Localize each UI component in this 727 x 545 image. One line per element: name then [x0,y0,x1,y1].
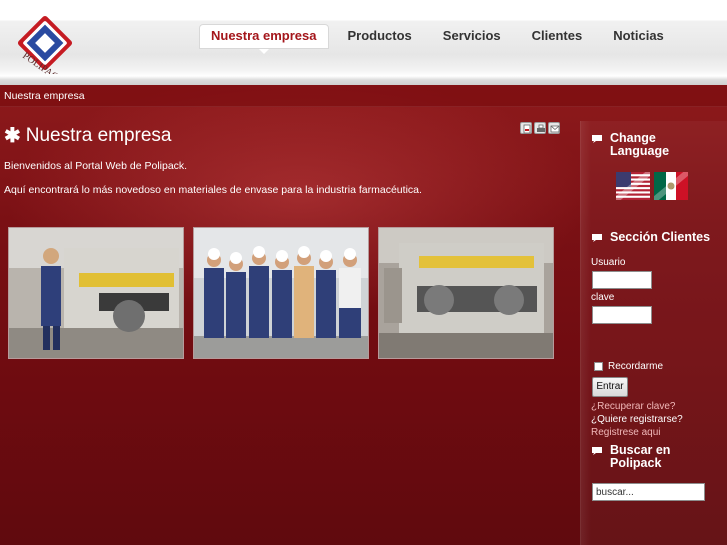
page-title-text: Nuestra empresa [25,124,172,146]
nav-servicios[interactable]: Servicios [431,24,513,49]
speech-bubble-icon [592,447,602,455]
remember-me-checkbox[interactable] [594,362,603,371]
clients-title: Sección Clientes [610,230,711,244]
intro-text: Aquí encontrará lo más novedoso en mater… [4,184,422,196]
welcome-text: Bienvenidos al Portal Web de Polipack. [4,160,188,172]
page-title: ✱ Nuestra empresa [4,123,172,148]
sidebar: Change Language Sección Clientes Usuario… [580,121,727,545]
login-button[interactable]: Entrar [592,377,628,397]
email-icon[interactable] [548,122,560,134]
print-icon[interactable] [534,122,546,134]
asterisk-icon: ✱ [4,125,21,147]
register-question: ¿Quiere registrarse? [591,414,683,425]
nav-productos[interactable]: Productos [336,24,424,49]
main-area: Nuestra empresa ✱ Nuestra empresa Bienve… [0,85,727,545]
breadcrumb[interactable]: Nuestra empresa [4,90,85,102]
username-label: Usuario [591,257,626,268]
breadcrumb-bar: Nuestra empresa [0,85,727,107]
site-header: POLIPACK Nuestra empresa Productos Servi… [0,0,727,87]
team-group-photo [193,227,369,359]
pdf-icon[interactable] [520,122,532,134]
language-title-line2: Language [610,144,670,158]
speech-bubble-icon [592,135,602,143]
machine-with-operator-photo [8,227,184,359]
nav-nuestra-empresa[interactable]: Nuestra empresa [199,24,329,54]
main-nav: Nuestra empresa Productos Servicios Clie… [199,24,683,54]
search-title-line2: Polipack [610,456,662,470]
password-field[interactable] [592,306,652,324]
article-tools [520,122,562,134]
polipack-logo[interactable]: POLIPACK [8,12,82,87]
username-field[interactable] [592,271,652,289]
register-link[interactable]: Registrese aqui [591,427,660,438]
remember-me-label: Recordarme [608,361,664,372]
usa-flag-icon[interactable] [616,172,650,200]
speech-bubble-icon [592,234,602,242]
nav-noticias[interactable]: Noticias [601,24,676,49]
forgot-password-link[interactable]: ¿Recuperar clave? [591,401,675,412]
search-input[interactable] [592,483,705,501]
machine-photo [378,227,554,359]
password-label: clave [591,292,615,303]
mexico-flag-icon[interactable] [654,172,688,200]
nav-clientes[interactable]: Clientes [520,24,595,49]
